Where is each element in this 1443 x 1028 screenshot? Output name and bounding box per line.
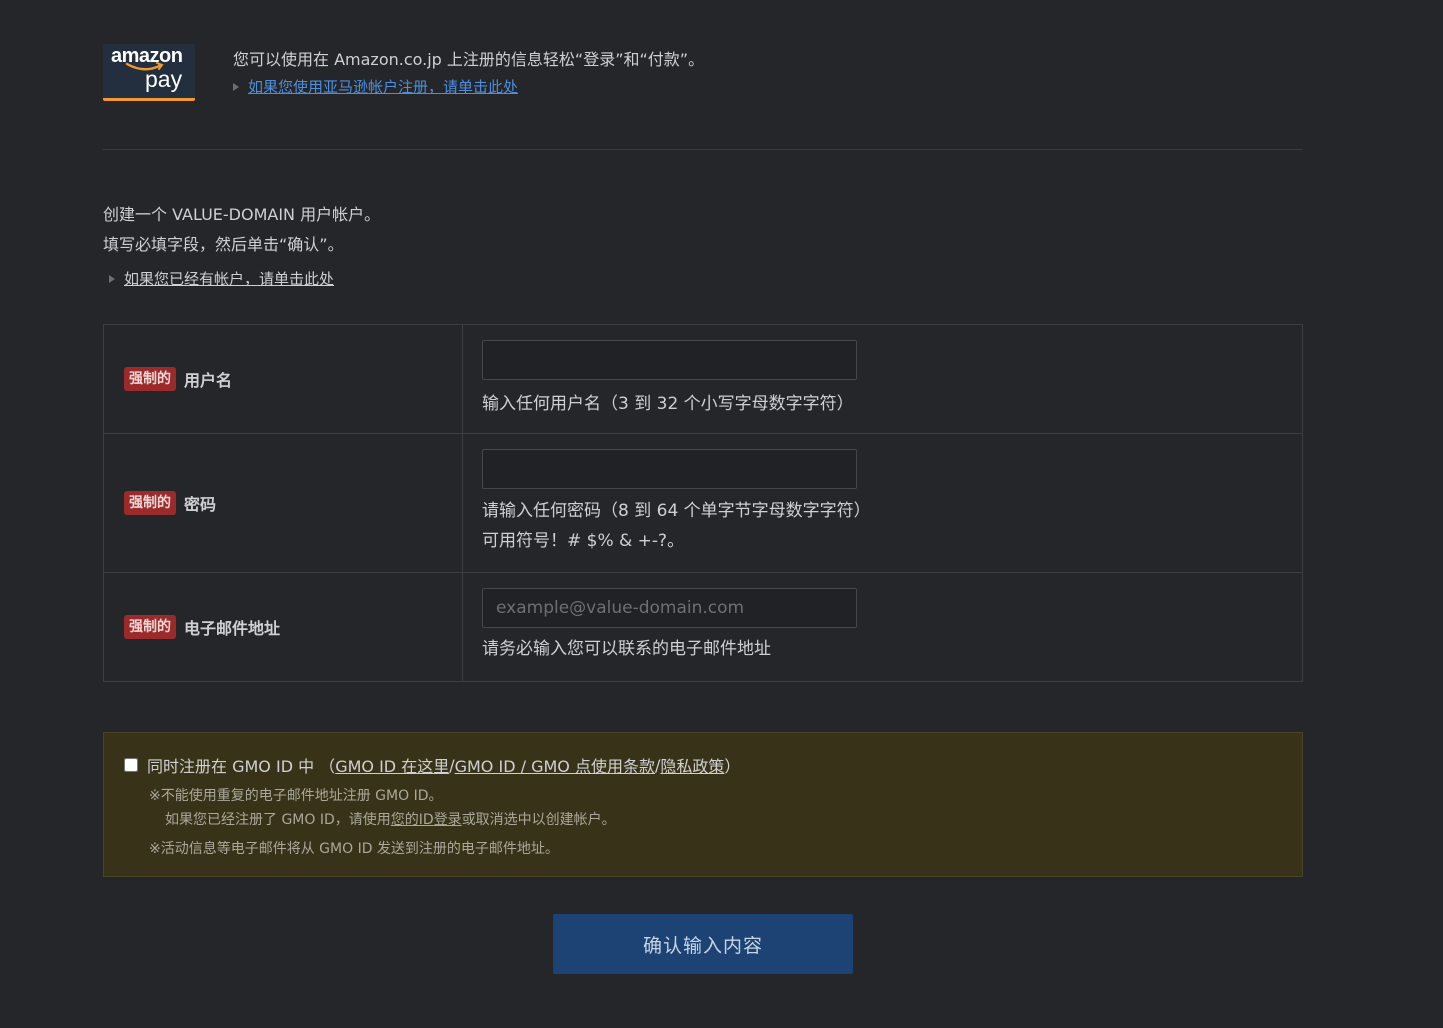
password-hint-length: 请输入任何密码（8 到 64 个单字节字母数字字符） <box>482 501 871 521</box>
intro-line-2: 填写必填字段，然后单击“确认”。 <box>103 235 344 254</box>
amazon-pay-logo[interactable]: amazon pay <box>103 44 195 101</box>
password-label: 密码 <box>184 495 217 514</box>
username-hint: 输入任何用户名（3 到 32 个小写字母数字字符） <box>482 394 854 414</box>
email-label-cell: 强制的 电子邮件地址 <box>104 573 463 681</box>
privacy-policy-link[interactable]: 隐私政策 <box>660 753 724 777</box>
gmo-id-box: 同时注册在 GMO ID 中 （GMO ID 在这里 / GMO ID / GMO… <box>103 732 1303 877</box>
gmo-note-text: 或取消选中以创建帐户。 <box>461 812 616 828</box>
amazon-pay-section: amazon pay 您可以使用在 Amazon.co.jp 上注册的信息轻松“… <box>103 44 1303 104</box>
existing-account-link[interactable]: 如果您已经有帐户，请单击此处 <box>124 270 334 288</box>
password-hint-symbols: 可用符号！# $% & +-?。 <box>482 531 685 551</box>
gmo-terms-link[interactable]: GMO ID / GMO 点使用条款 <box>455 753 655 777</box>
gmo-id-here-link[interactable]: GMO ID 在这里 <box>335 753 449 777</box>
username-label: 用户名 <box>184 371 233 390</box>
confirm-input-button[interactable]: 确认输入内容 <box>553 914 853 974</box>
triangle-right-icon <box>233 82 239 91</box>
gmo-your-id-link[interactable]: 您的ID <box>391 812 434 828</box>
intro-line-1: 创建一个 VALUE-DOMAIN 用户帐户。 <box>103 205 381 224</box>
required-badge: 强制的 <box>124 367 176 391</box>
gmo-checkbox-row: 同时注册在 GMO ID 中 （GMO ID 在这里 / GMO ID / GMO… <box>124 753 740 777</box>
section-divider <box>103 149 1303 150</box>
username-label-cell: 强制的 用户名 <box>104 325 463 433</box>
triangle-right-icon <box>109 274 115 283</box>
gmo-note-text: 如果您已经注册了 GMO ID，请使用 <box>165 812 391 828</box>
registration-form: 强制的 用户名 输入任何用户名（3 到 32 个小写字母数字字符） 强制的 密码… <box>103 324 1303 682</box>
password-input-cell: 请输入任何密码（8 到 64 个单字节字母数字字符） 可用符号！# $% & +… <box>463 434 1302 572</box>
username-row: 强制的 用户名 输入任何用户名（3 到 32 个小写字母数字字符） <box>104 325 1302 434</box>
email-row: 强制的 电子邮件地址 请务必输入您可以联系的电子邮件地址 <box>104 573 1302 681</box>
password-input[interactable] <box>482 449 857 489</box>
password-row: 强制的 密码 请输入任何密码（8 到 64 个单字节字母数字字符） 可用符号！#… <box>104 434 1302 573</box>
existing-account-row: 如果您已经有帐户，请单击此处 <box>109 268 334 289</box>
username-input-cell: 输入任何用户名（3 到 32 个小写字母数字字符） <box>463 325 1302 433</box>
required-badge: 强制的 <box>124 491 176 515</box>
amazon-register-link[interactable]: 如果您使用亚马逊帐户注册，请单击此处 <box>248 78 518 96</box>
email-input-cell: 请务必输入您可以联系的电子邮件地址 <box>463 573 1302 681</box>
required-badge: 强制的 <box>124 615 176 639</box>
amazon-link-row: 如果您使用亚马逊帐户注册，请单击此处 <box>233 76 518 97</box>
gmo-register-checkbox[interactable] <box>124 758 138 772</box>
password-hint: 请输入任何密码（8 到 64 个单字节字母数字字符） 可用符号！# $% & +… <box>482 496 1302 556</box>
amazon-logo-pay: pay <box>145 66 183 92</box>
email-input[interactable] <box>482 588 857 628</box>
gmo-checkbox-label[interactable]: 同时注册在 GMO ID 中 （ <box>147 753 335 777</box>
gmo-close-paren: ） <box>724 757 741 776</box>
username-input[interactable] <box>482 340 857 380</box>
gmo-note-duplicate-email: ※不能使用重复的电子邮件地址注册 GMO ID。 <box>149 788 443 804</box>
amazon-pay-description: 您可以使用在 Amazon.co.jp 上注册的信息轻松“登录”和“付款”。 <box>233 50 705 69</box>
gmo-note-email-info: ※活动信息等电子邮件将从 GMO ID 发送到注册的电子邮件地址。 <box>149 841 559 857</box>
gmo-note-existing-id: 如果您已经注册了 GMO ID，请使用您的ID登录或取消选中以创建帐户。 <box>165 809 616 829</box>
email-hint: 请务必输入您可以联系的电子邮件地址 <box>482 639 771 659</box>
password-label-cell: 强制的 密码 <box>104 434 463 572</box>
gmo-login-link[interactable]: 登录 <box>434 812 462 828</box>
email-label: 电子邮件地址 <box>184 619 281 638</box>
